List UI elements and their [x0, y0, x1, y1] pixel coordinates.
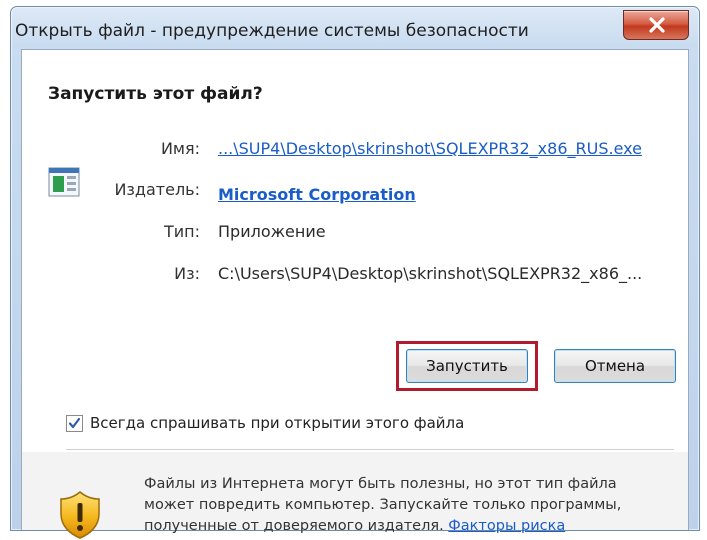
from-label: Из: [174, 264, 200, 283]
warning-line-3: полученные от доверяемого издателя. Факт… [144, 516, 688, 537]
publisher-link[interactable]: Microsoft Corporation [218, 185, 416, 204]
cancel-button[interactable]: Отмена [554, 349, 676, 383]
close-button[interactable] [623, 10, 689, 40]
type-value: Приложение [218, 222, 326, 241]
checkmark-icon [68, 417, 81, 429]
dialog-body: Запустить этот файл? Имя: ...\SUP4\Deskt… [21, 49, 689, 539]
file-name-link[interactable]: ...\SUP4\Desktop\skrinshot\SQLEXPR32_x86… [218, 139, 642, 158]
warning-line-3-text: полученные от доверяемого издателя. [144, 518, 444, 534]
warning-text: Файлы из Интернета могут быть полезны, н… [144, 474, 688, 537]
separator [66, 449, 674, 450]
window-title: Открыть файл - предупреждение системы бе… [15, 21, 529, 41]
always-ask-label[interactable]: Всегда спрашивать при открытии этого фай… [90, 414, 464, 432]
risk-factors-link[interactable]: Факторы риска [448, 518, 565, 534]
name-label: Имя: [160, 139, 200, 158]
warning-footer: Файлы из Интернета могут быть полезны, н… [22, 452, 688, 539]
run-button[interactable]: Запустить [406, 349, 528, 383]
warning-line-1: Файлы из Интернета могут быть полезны, н… [144, 476, 617, 492]
from-value: C:\Users\SUP4\Desktop\skrinshot\SQLEXPR3… [218, 264, 643, 283]
always-ask-checkbox[interactable] [66, 415, 83, 432]
type-label: Тип: [163, 222, 200, 241]
security-shield-icon [60, 491, 100, 539]
security-warning-window: Открыть файл - предупреждение системы бе… [10, 6, 700, 539]
dialog-heading: Запустить этот файл? [48, 84, 263, 104]
publisher-label: Издатель: [114, 180, 200, 199]
warning-line-2: может повредить компьютер. Запускайте то… [144, 497, 622, 513]
close-icon [649, 17, 665, 33]
